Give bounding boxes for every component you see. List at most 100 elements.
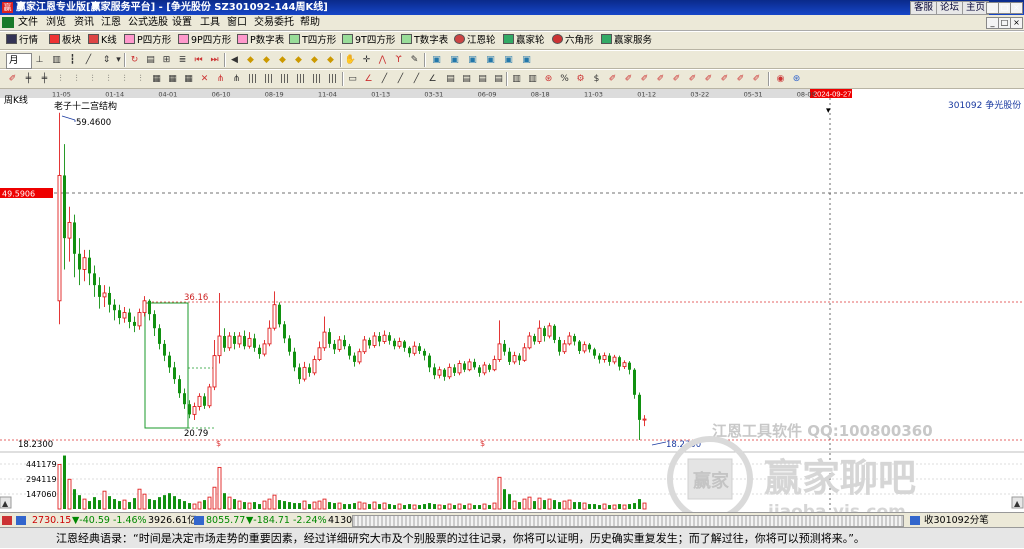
chart-icon[interactable]: ▤	[144, 54, 157, 66]
p-square-button[interactable]: P四方形	[124, 34, 171, 48]
record-icon[interactable]: ◉	[774, 73, 787, 85]
slash-icon[interactable]: ╱	[378, 73, 391, 85]
hexagon-button[interactable]: 六角形	[552, 34, 594, 48]
t-square-button[interactable]: T四方形	[289, 34, 336, 48]
bars-icon[interactable]: |||	[310, 73, 323, 85]
kline-button[interactable]: K线	[88, 34, 117, 48]
x-icon[interactable]: ✕	[198, 73, 211, 85]
gann-diamond-icon[interactable]: ◆	[260, 54, 273, 66]
gann-diamond-icon[interactable]: ◆	[292, 54, 305, 66]
grid-icon[interactable]: ▦	[182, 73, 195, 85]
menu-formula-screen[interactable]: 公式选股	[128, 15, 168, 31]
brush-icon[interactable]: ✐	[670, 73, 683, 85]
brush-icon[interactable]: ✐	[654, 73, 667, 85]
winner-service-button[interactable]: 赢家服务	[601, 34, 652, 48]
menu-trade[interactable]: 交易委托	[254, 15, 294, 31]
line-icon[interactable]: ╱	[82, 54, 95, 66]
quotes-button[interactable]: 行情	[6, 34, 38, 48]
kline-chart[interactable]: 2024-09-27 11-05 01-14 04-01 06-10 08-19 11-0…	[0, 89, 1024, 512]
gann-diamond-icon[interactable]: ◆	[324, 54, 337, 66]
menu-tools[interactable]: 工具	[200, 15, 220, 31]
fan-icon[interactable]: ⋔	[214, 73, 227, 85]
bar-chart-icon[interactable]: ▥	[50, 54, 63, 66]
menu-settings[interactable]: 设置	[172, 15, 192, 31]
brush-icon[interactable]: ✐	[622, 73, 635, 85]
left-icon[interactable]: ◀	[228, 54, 241, 66]
fork-icon[interactable]: ⫶	[86, 73, 99, 85]
9p-square-button[interactable]: 9P四方形	[178, 34, 231, 48]
percent-icon[interactable]: %	[558, 73, 571, 85]
window-icon[interactable]: ▣	[520, 54, 533, 66]
settings-icon[interactable]: ⊛	[790, 73, 803, 85]
box-icon[interactable]: ▤	[476, 73, 489, 85]
link-customer-service[interactable]: 客服	[910, 1, 938, 15]
9t-square-button[interactable]: 9T四方形	[342, 34, 395, 48]
menu-info[interactable]: 资讯	[74, 15, 94, 31]
box-icon[interactable]: ▤	[444, 73, 457, 85]
p-number-table-button[interactable]: P数字表	[237, 34, 284, 48]
pattern-icon[interactable]: ϒ	[392, 54, 405, 66]
horizontal-scrollbar[interactable]	[352, 515, 904, 527]
sh-index[interactable]: 2730.15	[32, 513, 71, 528]
sz-index[interactable]: 8055.77	[206, 513, 245, 528]
slash-icon[interactable]: ╱	[394, 73, 407, 85]
fork-icon[interactable]: ⫶	[70, 73, 83, 85]
window-icon[interactable]: ▣	[448, 54, 461, 66]
circle-icon[interactable]: ⊛	[542, 73, 555, 85]
menu-help[interactable]: 帮助	[300, 15, 320, 31]
grid-icon[interactable]: ▦	[166, 73, 179, 85]
fork-icon[interactable]: ⫶	[54, 73, 67, 85]
trend-icon[interactable]: ⋀	[376, 54, 389, 66]
sync-icon[interactable]: ↻	[128, 54, 141, 66]
bars-icon[interactable]: |||	[246, 73, 259, 85]
fork-icon[interactable]: ⫶	[134, 73, 147, 85]
fork-icon[interactable]: ⫶	[118, 73, 131, 85]
brush-icon[interactable]: ✐	[702, 73, 715, 85]
fan-icon[interactable]: ⋔	[230, 73, 243, 85]
table-icon[interactable]: ▥	[510, 73, 523, 85]
window-icon[interactable]: ▣	[466, 54, 479, 66]
link-homepage[interactable]: 主页	[962, 1, 990, 15]
box-icon[interactable]: ▭	[346, 73, 359, 85]
window-icon[interactable]: ▣	[430, 54, 443, 66]
gann-wheel-button[interactable]: 江恩轮	[454, 34, 496, 48]
bars-icon[interactable]: |||	[294, 73, 307, 85]
first-icon[interactable]: ⏮	[192, 54, 205, 66]
child-close-button[interactable]: ×	[1010, 17, 1023, 29]
list-icon[interactable]: ≣	[176, 54, 189, 66]
ruler-icon[interactable]: ╪	[22, 73, 35, 85]
brush-icon[interactable]: ✐	[734, 73, 747, 85]
gann-diamond-icon[interactable]: ◆	[308, 54, 321, 66]
table-icon[interactable]: ▥	[526, 73, 539, 85]
bars-icon[interactable]: |||	[262, 73, 275, 85]
menu-file[interactable]: 文件	[18, 15, 38, 31]
gann-diamond-icon[interactable]: ◆	[244, 54, 257, 66]
slash-icon[interactable]: ╱	[410, 73, 423, 85]
brush-icon[interactable]: ✐	[686, 73, 699, 85]
crosshair-icon[interactable]: ✛	[360, 54, 373, 66]
brush-icon[interactable]: ✐	[750, 73, 763, 85]
box-icon[interactable]: ▤	[460, 73, 473, 85]
menu-gann[interactable]: 江恩	[101, 15, 121, 31]
brush-icon[interactable]: ✐	[718, 73, 731, 85]
sector-button[interactable]: 板块	[49, 34, 81, 48]
window-icon[interactable]: ▣	[484, 54, 497, 66]
grid-icon[interactable]: ▦	[150, 73, 163, 85]
grid-view-icon[interactable]: ⊞	[160, 54, 173, 66]
kline-icon[interactable]: ┇	[66, 54, 79, 66]
gear-icon[interactable]: ⚙	[574, 73, 587, 85]
menu-browse[interactable]: 浏览	[46, 15, 66, 31]
angle-icon[interactable]: ∠	[426, 73, 439, 85]
tick-detail-label[interactable]: 收301092分笔	[924, 513, 989, 528]
link-forum[interactable]: 论坛	[936, 1, 964, 15]
chart-canvas[interactable]: 2024-09-27 11-05 01-14 04-01 06-10 08-19 11-0…	[0, 89, 1024, 512]
t-number-table-button[interactable]: T数字表	[401, 34, 448, 48]
hand-icon[interactable]: ✋	[344, 54, 357, 66]
brush-icon[interactable]: ✐	[606, 73, 619, 85]
fork-icon[interactable]: ⫶	[102, 73, 115, 85]
bars-icon[interactable]: |||	[278, 73, 291, 85]
box-icon[interactable]: ▤	[492, 73, 505, 85]
bars-icon[interactable]: |||	[326, 73, 339, 85]
period-dropdown[interactable]: 月	[6, 53, 32, 69]
close-button[interactable]: ×	[1010, 2, 1023, 14]
